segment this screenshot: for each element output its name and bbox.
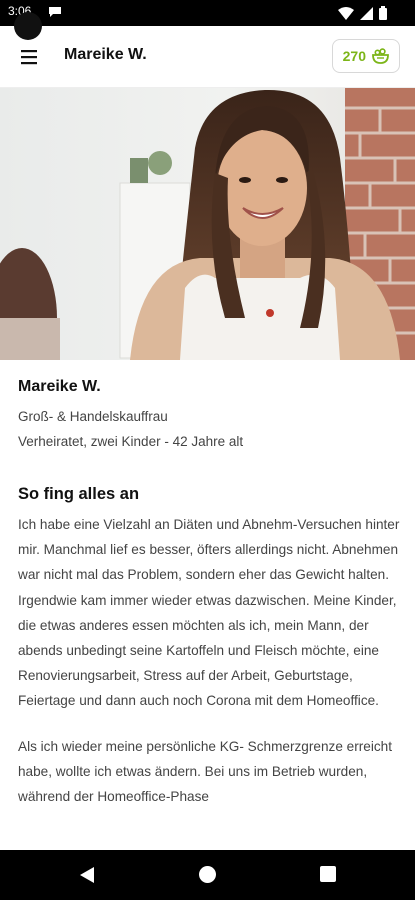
camera-cutout	[14, 12, 42, 40]
story-paragraph: Als ich wieder meine persönliche KG- Sch…	[18, 738, 392, 805]
page-title: Mareike W.	[64, 46, 147, 63]
menu-icon[interactable]	[18, 46, 40, 68]
home-icon[interactable]	[199, 866, 216, 883]
story-paragraph: Ich habe eine Vielzahl an Diäten und Abn…	[18, 517, 400, 709]
status-icons	[338, 6, 387, 20]
system-nav-bar	[0, 850, 415, 900]
recents-icon[interactable]	[320, 866, 336, 882]
message-icon	[49, 7, 61, 17]
profile-occupation: Groß- & Handelskauffrau	[18, 409, 168, 424]
status-bar: 3:06	[0, 0, 415, 26]
salad-bowl-icon	[372, 48, 389, 64]
story-title: So fing alles an	[18, 485, 140, 503]
signal-icon	[360, 6, 373, 20]
battery-icon	[379, 6, 387, 20]
profile-content: Mareike W. Groß- & Handelskauffrau Verhe…	[18, 372, 400, 809]
back-icon[interactable]	[78, 866, 96, 884]
profile-details: Verheiratet, zwei Kinder - 42 Jahre alt	[18, 434, 244, 449]
app-bar: Mareike W. 270	[0, 26, 415, 88]
points-badge[interactable]: 270	[331, 39, 400, 73]
points-value: 270	[342, 48, 366, 64]
hero-photo	[0, 88, 415, 360]
portrait-photo	[0, 88, 415, 360]
wifi-icon	[338, 6, 354, 20]
profile-name: Mareike W.	[18, 378, 101, 395]
